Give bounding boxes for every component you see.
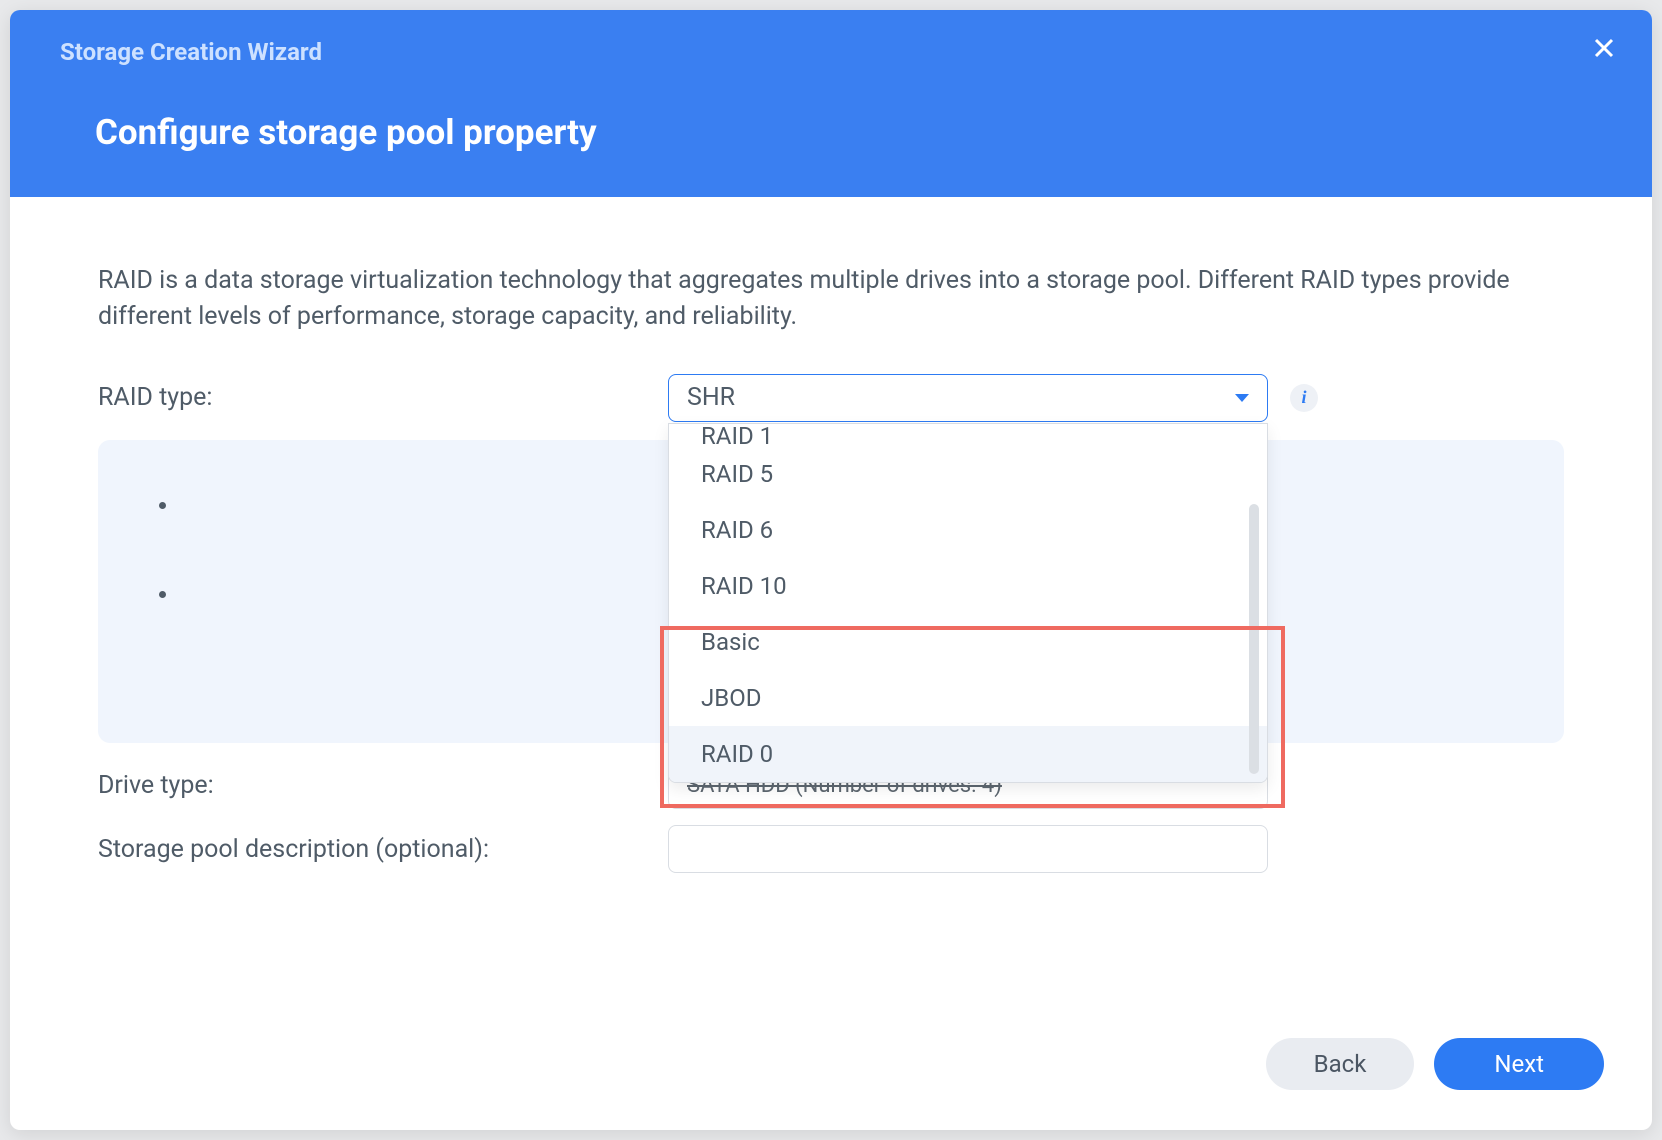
wizard-footer: Back Next [10, 1014, 1652, 1130]
wizard-window: Storage Creation Wizard Configure storag… [10, 10, 1652, 1130]
dropdown-item-raid6[interactable]: RAID 6 [669, 502, 1267, 558]
raid-description: RAID is a data storage virtualization te… [98, 263, 1564, 336]
raid-type-label: RAID type: [98, 383, 668, 412]
wizard-header: Storage Creation Wizard Configure storag… [10, 10, 1652, 197]
close-button[interactable] [1592, 36, 1616, 64]
dropdown-item-jbod[interactable]: JBOD [669, 670, 1267, 726]
dropdown-item-raid1[interactable]: RAID 1 [669, 426, 1267, 446]
raid-type-selected-value: SHR [687, 383, 735, 412]
info-icon: i [1301, 387, 1306, 408]
raid-type-row: RAID type: SHR RAID 1 RAID 5 RAID 6 RAID… [98, 374, 1564, 422]
description-label: Storage pool description (optional): [98, 835, 668, 864]
description-row: Storage pool description (optional): [98, 825, 1564, 873]
chevron-down-icon [1235, 394, 1249, 402]
header-title: Storage Creation Wizard [60, 38, 1602, 66]
description-input-wrapper [668, 825, 1268, 873]
close-icon [1592, 36, 1616, 60]
dropdown-item-raid0[interactable]: RAID 0 [669, 726, 1267, 782]
dropdown-item-raid10[interactable]: RAID 10 [669, 558, 1267, 614]
wizard-body: RAID is a data storage virtualization te… [10, 197, 1652, 1014]
dropdown-item-raid5[interactable]: RAID 5 [669, 446, 1267, 502]
description-input[interactable] [668, 825, 1268, 873]
drive-type-label: Drive type: [98, 771, 668, 800]
dropdown-scrollbar[interactable] [1249, 504, 1259, 774]
raid-type-select-wrapper: SHR RAID 1 RAID 5 RAID 6 RAID 10 Basic J… [668, 374, 1268, 422]
raid-type-select[interactable]: SHR [668, 374, 1268, 422]
dropdown-item-basic[interactable]: Basic [669, 614, 1267, 670]
back-button[interactable]: Back [1266, 1038, 1415, 1090]
raid-info-button[interactable]: i [1290, 384, 1318, 412]
header-subtitle: Configure storage pool property [95, 112, 1602, 153]
raid-type-dropdown[interactable]: RAID 1 RAID 5 RAID 6 RAID 10 Basic JBOD … [668, 423, 1268, 783]
next-button[interactable]: Next [1434, 1038, 1604, 1090]
